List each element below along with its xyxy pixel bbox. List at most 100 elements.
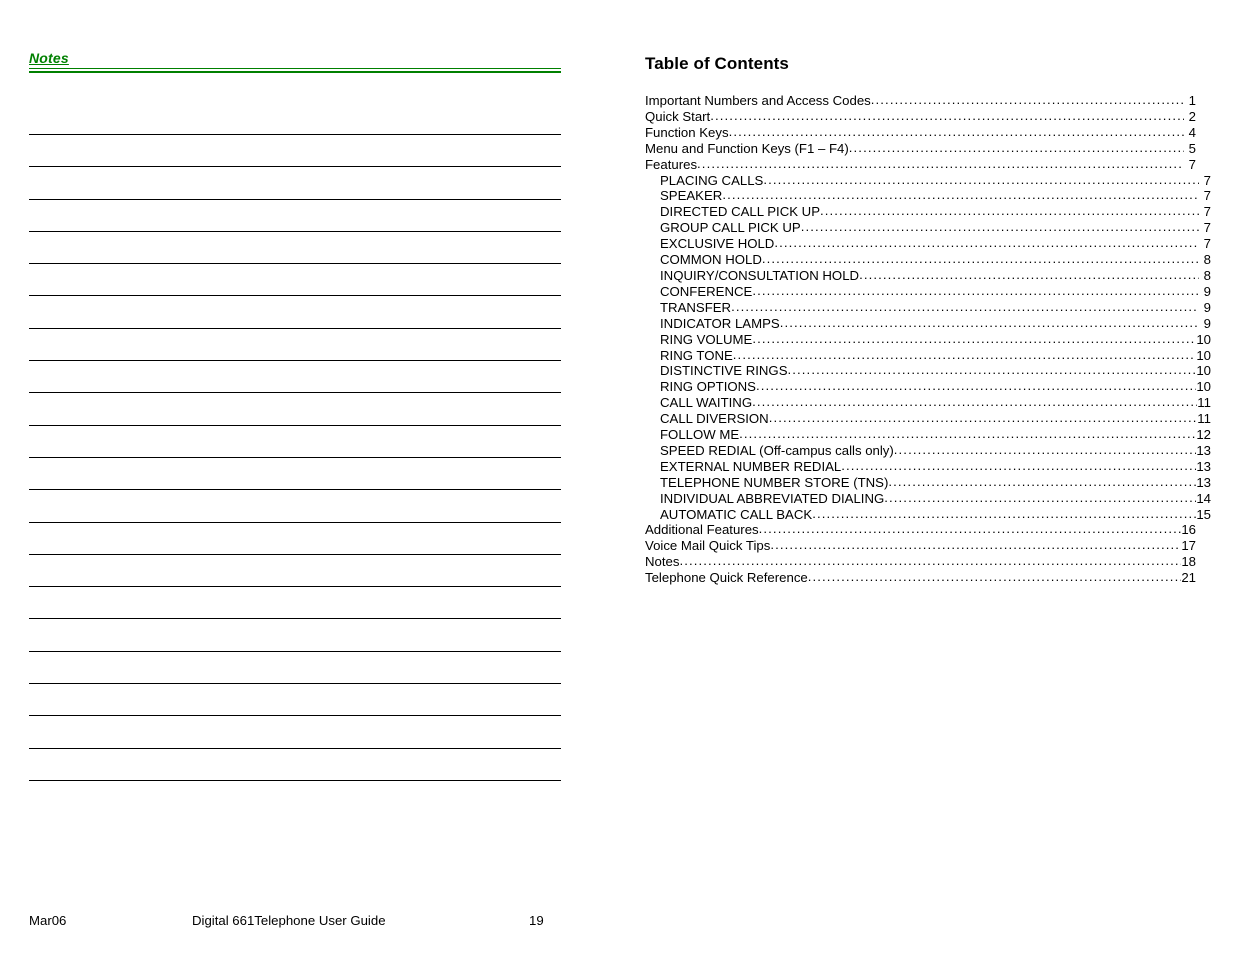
toc-entry[interactable]: Quick Start.............................… — [645, 109, 1196, 125]
toc-entry-page-number: 7 — [1203, 204, 1211, 220]
toc-entry-page-number: 2 — [1188, 108, 1196, 124]
toc-entry[interactable]: RING OPTIONS............................… — [645, 379, 1211, 395]
toc-entry-label: CALL DIVERSION — [660, 411, 769, 427]
note-ruled-line — [29, 360, 561, 362]
toc-entry[interactable]: Important Numbers and Access Codes......… — [645, 93, 1196, 109]
toc-entry[interactable]: INQUIRY/CONSULTATION HOLD...............… — [645, 268, 1211, 284]
toc-entry[interactable]: RING VOLUME.............................… — [645, 332, 1211, 348]
toc-entry-label: FOLLOW ME — [660, 427, 740, 443]
toc-entry[interactable]: INDICATOR LAMPS.........................… — [645, 316, 1211, 332]
toc-entry-page-number: 7 — [1203, 236, 1211, 252]
toc-dot-leader: ........................................… — [697, 156, 1184, 171]
toc-dot-leader: ........................................… — [888, 474, 1196, 489]
toc-entry-page-number: 7 — [1203, 220, 1211, 236]
toc-entry-page-number: 12 — [1196, 427, 1211, 443]
toc-entry-label: EXTERNAL NUMBER REDIAL — [660, 458, 842, 474]
note-ruled-line — [29, 456, 561, 458]
toc-dot-leader: ........................................… — [841, 458, 1197, 473]
toc-entry-page-number: 4 — [1188, 124, 1196, 140]
toc-dot-leader: ........................................… — [884, 490, 1196, 505]
toc-entry[interactable]: TELEPHONE NUMBER STORE (TNS)............… — [645, 475, 1211, 491]
toc-entry[interactable]: INDIVIDUAL ABBREVIATED DIALING..........… — [645, 491, 1211, 507]
toc-dot-leader: ........................................… — [848, 140, 1184, 155]
toc-entry[interactable]: SPEAKER.................................… — [645, 188, 1211, 204]
toc-entry-page-number: 10 — [1196, 347, 1211, 363]
toc-entry-page-number: 10 — [1196, 379, 1211, 395]
toc-entry-page-number: 21 — [1181, 570, 1196, 586]
toc-entry[interactable]: CONFERENCE..............................… — [645, 284, 1211, 300]
footer-document-title: Digital 661Telephone User Guide — [192, 913, 386, 928]
toc-dot-leader: ........................................… — [752, 331, 1197, 346]
toc-entry[interactable]: RING TONE...............................… — [645, 348, 1211, 364]
toc-entry-label: RING TONE — [660, 347, 733, 363]
toc-entry-label: RING VOLUME — [660, 331, 753, 347]
toc-entry[interactable]: Voice Mail Quick Tips...................… — [645, 538, 1196, 554]
toc-entry[interactable]: AUTOMATIC CALL BACK.....................… — [645, 507, 1211, 523]
note-ruled-line — [29, 586, 561, 588]
toc-entry[interactable]: TRANSFER................................… — [645, 300, 1211, 316]
toc-dot-leader: ........................................… — [752, 395, 1198, 410]
toc-entry-list: Important Numbers and Access Codes......… — [645, 93, 1211, 586]
toc-dot-leader: ........................................… — [679, 554, 1181, 569]
toc-entry[interactable]: Menu and Function Keys (F1 – F4)........… — [645, 141, 1196, 157]
toc-entry[interactable]: Notes...................................… — [645, 554, 1196, 570]
toc-entry-label: Voice Mail Quick Tips — [645, 538, 771, 554]
toc-dot-leader: ........................................… — [820, 204, 1199, 219]
toc-entry[interactable]: DIRECTED CALL PICK UP...................… — [645, 204, 1211, 220]
toc-entry[interactable]: Additional Features.....................… — [645, 522, 1196, 538]
toc-dot-leader: ........................................… — [774, 236, 1199, 251]
toc-entry-label: INDICATOR LAMPS — [660, 315, 780, 331]
notes-ruled-lines — [29, 134, 561, 812]
toc-entry-page-number: 9 — [1203, 299, 1211, 315]
toc-entry-label: INDIVIDUAL ABBREVIATED DIALING — [660, 490, 885, 506]
toc-entry[interactable]: Features................................… — [645, 157, 1196, 173]
toc-dot-leader: ........................................… — [800, 220, 1199, 235]
toc-entry[interactable]: SPEED REDIAL (Off-campus calls only)....… — [645, 443, 1211, 459]
page-title: Table of Contents — [645, 54, 789, 73]
toc-dot-leader: ........................................… — [728, 124, 1184, 139]
toc-entry-label: DIRECTED CALL PICK UP — [660, 204, 820, 220]
toc-entry-label: Additional Features — [645, 522, 759, 538]
notes-heading-rule — [29, 68, 561, 73]
toc-dot-leader: ........................................… — [731, 299, 1199, 314]
toc-entry-page-number: 11 — [1197, 411, 1211, 427]
toc-dot-leader: ........................................… — [787, 363, 1197, 378]
toc-entry-label: CALL WAITING — [660, 395, 753, 411]
toc-entry-page-number: 9 — [1203, 283, 1211, 299]
toc-entry[interactable]: DISTINCTIVE RINGS.......................… — [645, 363, 1211, 379]
toc-entry-page-number: 15 — [1196, 506, 1211, 522]
note-ruled-line — [29, 327, 561, 329]
toc-entry-page-number: 17 — [1181, 538, 1196, 554]
toc-entry[interactable]: CALL WAITING............................… — [645, 395, 1211, 411]
notes-section: Notes — [29, 50, 561, 781]
note-ruled-line — [29, 295, 561, 297]
toc-entry[interactable]: Function Keys...........................… — [645, 125, 1196, 141]
toc-entry[interactable]: CALL DIVERSION..........................… — [645, 411, 1211, 427]
toc-dot-leader: ........................................… — [870, 93, 1184, 107]
toc-entry-page-number: 14 — [1196, 490, 1211, 506]
toc-entry[interactable]: EXCLUSIVE HOLD..........................… — [645, 236, 1211, 252]
toc-entry-label: RING OPTIONS — [660, 379, 756, 395]
toc-entry[interactable]: COMMON HOLD.............................… — [645, 252, 1211, 268]
toc-entry-page-number: 5 — [1188, 140, 1196, 156]
toc-entry-page-number: 7 — [1203, 188, 1211, 204]
toc-entry-label: TRANSFER — [660, 299, 732, 315]
note-ruled-line — [29, 618, 561, 620]
toc-entry[interactable]: EXTERNAL NUMBER REDIAL..................… — [645, 459, 1211, 475]
note-ruled-line — [29, 489, 561, 491]
toc-dot-leader: ........................................… — [722, 188, 1199, 203]
toc-entry[interactable]: GROUP CALL PICK UP......................… — [645, 220, 1211, 236]
toc-entry-page-number: 13 — [1196, 442, 1211, 458]
toc-entry-label: DISTINCTIVE RINGS — [660, 363, 788, 379]
table-of-contents: Table of Contents Important Numbers and … — [645, 54, 1211, 586]
toc-entry-label: Telephone Quick Reference — [645, 570, 808, 586]
page-footer: Mar06 Digital 661Telephone User Guide 19 — [0, 911, 1235, 931]
toc-entry-page-number: 8 — [1203, 252, 1211, 268]
toc-entry[interactable]: FOLLOW ME...............................… — [645, 427, 1211, 443]
toc-entry-label: GROUP CALL PICK UP — [660, 220, 801, 236]
toc-entry[interactable]: Telephone Quick Reference...............… — [645, 570, 1196, 586]
note-ruled-line — [29, 230, 561, 232]
toc-dot-leader: ........................................… — [859, 267, 1199, 282]
toc-entry[interactable]: PLACING CALLS...........................… — [645, 173, 1211, 189]
toc-dot-leader: ........................................… — [763, 172, 1199, 187]
